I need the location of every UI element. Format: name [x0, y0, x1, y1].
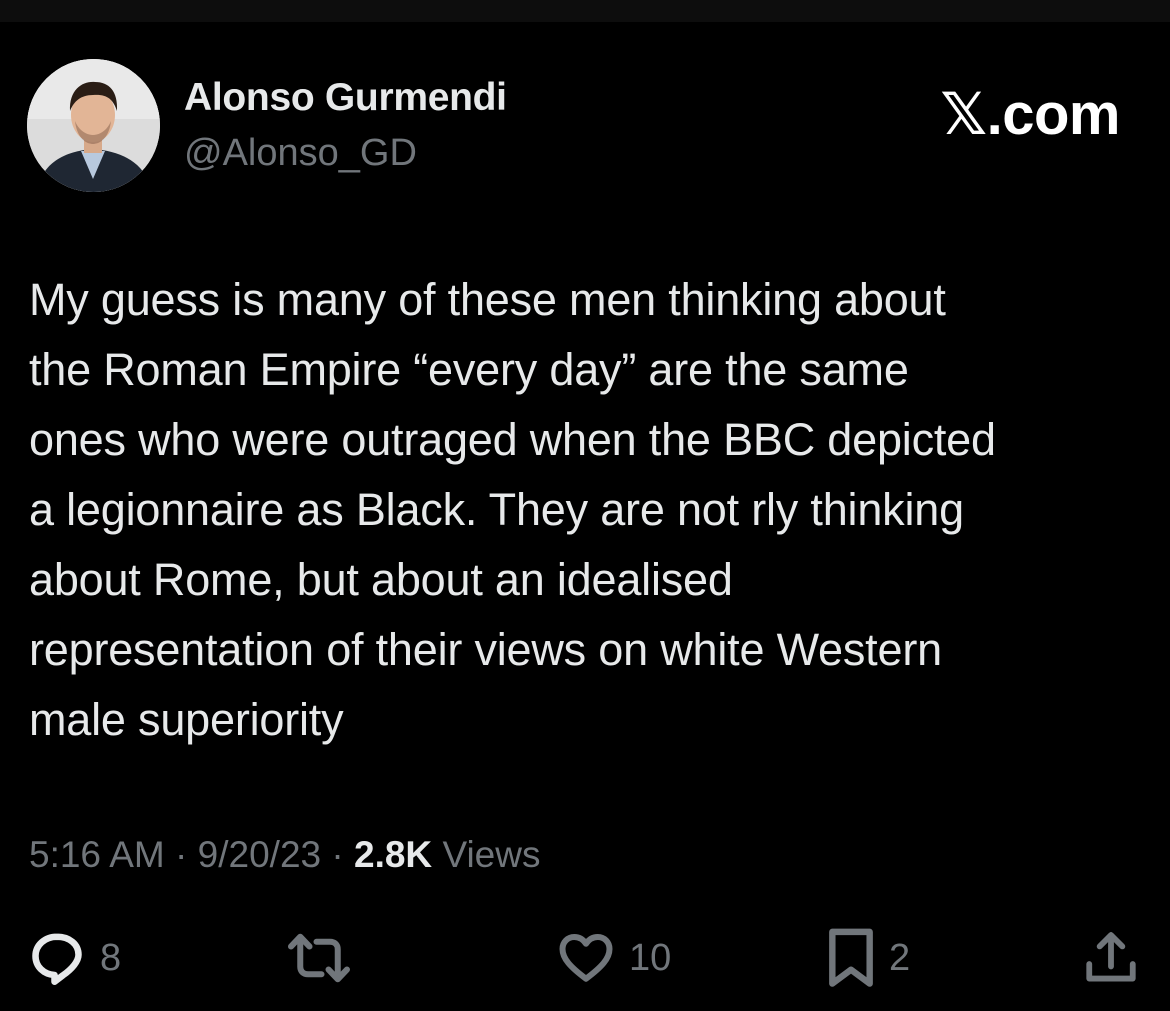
- tweet-text-line: My guess is many of these men thinking a…: [29, 274, 946, 325]
- repost-icon: [288, 933, 350, 983]
- author-handle[interactable]: @Alonso_GD: [184, 132, 417, 175]
- share-button[interactable]: [1082, 925, 1140, 991]
- heart-icon: [559, 934, 613, 982]
- brand-logo: 𝕏.com: [940, 82, 1120, 147]
- bookmark-icon: [829, 928, 873, 987]
- avatar[interactable]: [27, 59, 160, 192]
- bookmark-button[interactable]: 2: [826, 925, 910, 991]
- author-display-name[interactable]: Alonso Gurmendi: [184, 76, 507, 120]
- meta-separator: ·: [331, 834, 344, 875]
- tweet-text-line: representation of their views on white W…: [29, 624, 942, 675]
- views-label[interactable]: Views: [442, 834, 540, 875]
- tweet-text-line: the Roman Empire “every day” are the sam…: [29, 344, 909, 395]
- status-strip: [0, 0, 1170, 22]
- tweet-text-line: a legionnaire as Black. They are not rly…: [29, 484, 964, 535]
- views-count[interactable]: 2.8K: [354, 834, 432, 875]
- meta-separator: ·: [175, 834, 188, 875]
- like-button[interactable]: 10: [556, 925, 671, 991]
- reply-count: 8: [100, 936, 122, 979]
- tweet-date[interactable]: 9/20/23: [198, 834, 321, 875]
- like-count: 10: [629, 936, 672, 979]
- share-icon: [1086, 932, 1136, 982]
- reply-icon: [32, 933, 82, 985]
- repost-button[interactable]: [285, 925, 353, 991]
- tweet-time[interactable]: 5:16 AM: [29, 834, 165, 875]
- tweet-meta: 5:16 AM · 9/20/23 · 2.8K Views: [29, 834, 540, 876]
- tweet-text-line: male superiority: [29, 694, 344, 745]
- tweet-text-line: ones who were outraged when the BBC depi…: [29, 414, 996, 465]
- tweet-text: My guess is many of these men thinking a…: [29, 265, 1144, 755]
- reply-button[interactable]: 8: [27, 925, 121, 991]
- action-bar: 8 10 2: [0, 925, 1170, 995]
- bookmark-count: 2: [889, 936, 911, 979]
- profile-photo-icon: [27, 59, 160, 192]
- tweet-text-line: about Rome, but about an idealised: [29, 554, 733, 605]
